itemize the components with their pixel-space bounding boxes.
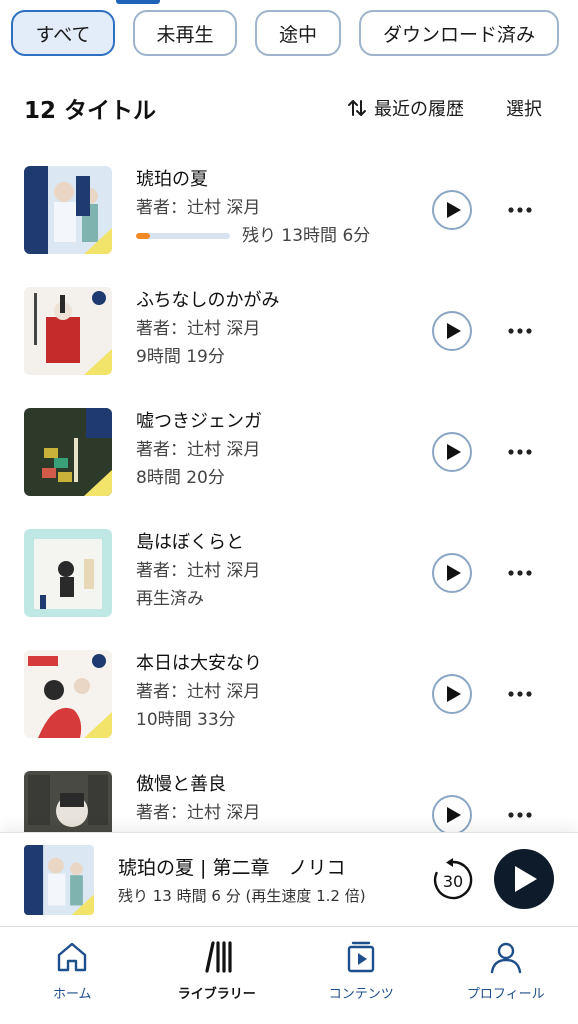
book-cover[interactable]: [24, 287, 112, 375]
filter-bar: すべて 未再生 途中 ダウンロード済み: [11, 10, 570, 56]
list-item[interactable]: 本日は大安なり 著者：辻村 深月 10時間 33分: [0, 634, 578, 755]
book-info: ふちなしのかがみ 著者：辻村 深月 9時間 19分: [136, 287, 426, 371]
library-header: 12 タイトル 最近の履歴 選択: [24, 88, 542, 128]
now-playing-title: 琥珀の夏 | 第二章 ノリコ: [118, 857, 346, 879]
nav-profile[interactable]: プロフィール: [434, 927, 578, 1024]
book-meta: 残り 13時間 6分: [136, 222, 426, 250]
more-dots-icon: [508, 328, 532, 334]
book-duration: 9時間 19分: [136, 347, 225, 367]
now-playing-cover[interactable]: [24, 845, 94, 915]
play-button[interactable]: [432, 795, 472, 832]
book-title: 琥珀の夏: [136, 169, 208, 190]
library-icon: [197, 937, 237, 977]
more-options-button[interactable]: [504, 799, 536, 831]
play-button[interactable]: [432, 190, 472, 230]
list-item[interactable]: 琥珀の夏 著者：辻村 深月 残り 13時間 6分: [0, 150, 578, 271]
scroll-indicator: [116, 0, 160, 4]
nav-profile-label: プロフィール: [466, 987, 545, 1002]
book-info: 島はぼくらと 著者：辻村 深月 再生済み: [136, 529, 426, 613]
more-options-button[interactable]: [504, 436, 536, 468]
list-item[interactable]: 傲慢と善良 著者：辻村 深月: [0, 755, 578, 832]
filter-chip-downloaded[interactable]: ダウンロード済み: [359, 10, 559, 56]
book-cover[interactable]: [24, 650, 112, 738]
title-count: 12 タイトル: [24, 98, 157, 124]
book-title: 本日は大安なり: [136, 653, 262, 674]
play-button[interactable]: [432, 432, 472, 472]
home-icon: [52, 937, 92, 977]
nav-library-label: ライブラリー: [177, 987, 256, 1002]
list-item[interactable]: 島はぼくらと 著者：辻村 深月 再生済み: [0, 513, 578, 634]
more-options-button[interactable]: [504, 557, 536, 589]
book-title: 傲慢と善良: [136, 774, 226, 795]
nav-home[interactable]: ホーム: [0, 927, 145, 1024]
filter-chip-in-progress[interactable]: 途中: [255, 10, 341, 56]
more-options-button[interactable]: [504, 194, 536, 226]
book-author: 著者：辻村 深月: [136, 198, 261, 218]
play-icon: [446, 686, 461, 702]
play-button[interactable]: [432, 311, 472, 351]
bottom-navigation: ホーム ライブラリー コンテンツ プロフィール: [0, 926, 578, 1024]
book-author: 著者：辻村 深月: [136, 682, 261, 702]
filter-chip-unplayed[interactable]: 未再生: [133, 10, 237, 56]
progress-bar: [136, 233, 230, 239]
book-author: 著者：辻村 深月: [136, 440, 261, 460]
book-info: 本日は大安なり 著者：辻村 深月 10時間 33分: [136, 650, 426, 734]
skip-back-30-button[interactable]: 30: [430, 857, 476, 903]
more-options-button[interactable]: [504, 315, 536, 347]
book-cover[interactable]: [24, 771, 112, 832]
book-title: 嘘つきジェンガ: [136, 411, 262, 432]
book-cover[interactable]: [24, 408, 112, 496]
play-icon: [446, 202, 461, 218]
nav-home-label: ホーム: [52, 987, 92, 1002]
list-item[interactable]: ふちなしのかがみ 著者：辻村 深月 9時間 19分: [0, 271, 578, 392]
skip-seconds-label: 30: [443, 872, 463, 891]
book-title: 島はぼくらと: [136, 532, 244, 553]
book-cover[interactable]: [24, 529, 112, 617]
more-dots-icon: [508, 207, 532, 213]
content-icon: [341, 937, 381, 977]
play-button[interactable]: [432, 553, 472, 593]
sort-label: 最近の履歴: [374, 99, 464, 120]
now-playing-play-button[interactable]: [494, 849, 554, 909]
nav-content-label: コンテンツ: [328, 987, 394, 1002]
play-button[interactable]: [432, 674, 472, 714]
more-options-button[interactable]: [504, 678, 536, 710]
book-list: 琥珀の夏 著者：辻村 深月 残り 13時間 6分 ふちなしのかがみ 著者：辻村 …: [0, 150, 578, 832]
book-author: 著者：辻村 深月: [136, 561, 261, 581]
book-info: 琥珀の夏 著者：辻村 深月 残り 13時間 6分: [136, 166, 426, 250]
book-author: 著者：辻村 深月: [136, 803, 261, 823]
time-remaining: 残り 13時間 6分: [242, 226, 371, 246]
sort-arrows-icon: [346, 97, 368, 119]
book-cover[interactable]: [24, 166, 112, 254]
book-title: ふちなしのかがみ: [136, 290, 280, 311]
progress-fill: [136, 233, 151, 239]
sort-button[interactable]: 最近の履歴: [346, 95, 464, 121]
played-status: 再生済み: [136, 589, 204, 609]
book-duration: 10時間 33分: [136, 710, 236, 730]
more-dots-icon: [508, 570, 532, 576]
play-icon: [446, 565, 461, 581]
now-playing-remaining: 残り 13 時間 6 分 (再生速度 1.2 倍): [118, 887, 366, 905]
play-icon: [446, 444, 461, 460]
select-button[interactable]: 選択: [506, 95, 542, 121]
profile-icon: [486, 937, 526, 977]
book-author: 著者：辻村 深月: [136, 319, 261, 339]
mini-player[interactable]: 琥珀の夏 | 第二章 ノリコ 残り 13 時間 6 分 (再生速度 1.2 倍)…: [0, 832, 578, 926]
play-icon: [446, 807, 461, 823]
list-item[interactable]: 嘘つきジェンガ 著者：辻村 深月 8時間 20分: [0, 392, 578, 513]
nav-content[interactable]: コンテンツ: [289, 927, 434, 1024]
book-info: 傲慢と善良 著者：辻村 深月: [136, 771, 426, 827]
more-dots-icon: [508, 812, 532, 818]
more-dots-icon: [508, 449, 532, 455]
nav-library[interactable]: ライブラリー: [145, 927, 290, 1024]
filter-chip-all[interactable]: すべて: [11, 10, 115, 56]
more-dots-icon: [508, 691, 532, 697]
play-icon: [446, 323, 461, 339]
book-duration: 8時間 20分: [136, 468, 225, 488]
play-icon: [515, 866, 537, 892]
rewind-30-icon: 30: [433, 858, 473, 900]
book-info: 嘘つきジェンガ 著者：辻村 深月 8時間 20分: [136, 408, 426, 492]
